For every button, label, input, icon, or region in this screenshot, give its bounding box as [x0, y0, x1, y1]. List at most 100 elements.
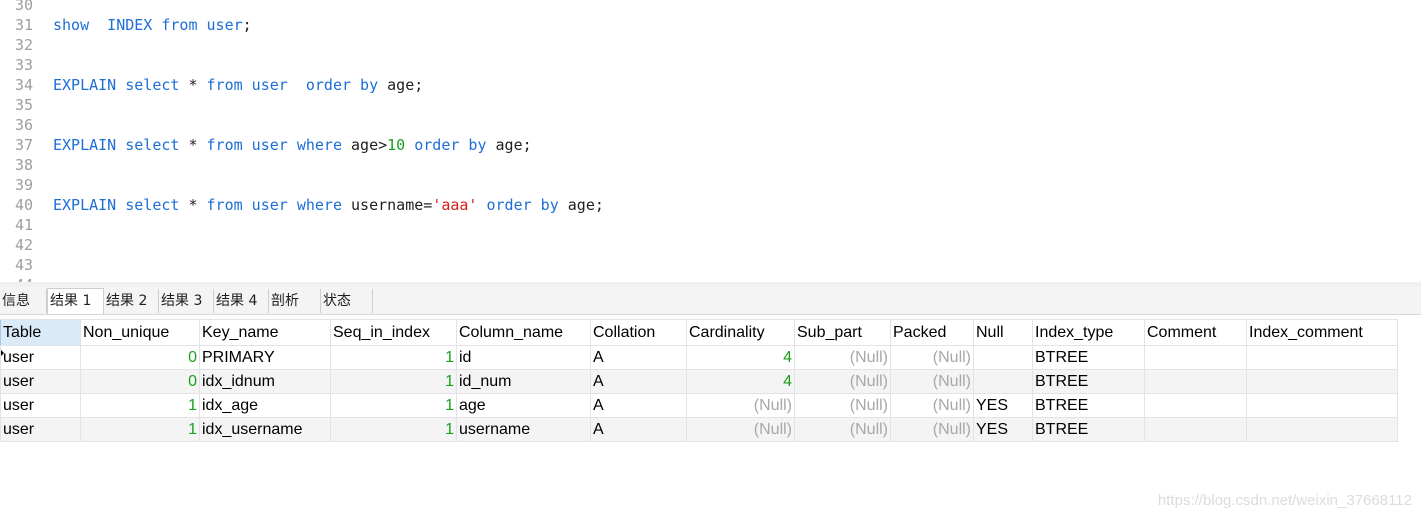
cell-sub-part[interactable]: (Null) [794, 393, 891, 418]
cell-collation[interactable]: A [590, 417, 687, 442]
line-number: 40 [14, 196, 33, 214]
sql-editor[interactable]: 30 31 show INDEX from user; 32 33 34 EXPLAIN s… [0, 0, 1421, 282]
cell-comment[interactable] [1144, 345, 1247, 370]
cell-index-comment[interactable] [1246, 417, 1398, 442]
cell-comment[interactable] [1144, 417, 1247, 442]
line-code: show INDEX from user; [53, 15, 252, 35]
code-line[interactable]: 43 [0, 255, 1421, 275]
cell-packed[interactable]: (Null) [890, 417, 974, 442]
cell-table[interactable]: user [0, 417, 81, 442]
cell-packed[interactable]: (Null) [890, 393, 974, 418]
cell-null[interactable] [973, 345, 1033, 370]
cell-non-unique[interactable]: 0 [80, 345, 200, 370]
line-number: 44 [0, 275, 33, 282]
cell-table[interactable]: user [0, 393, 81, 418]
code-line[interactable]: 41 [0, 215, 1421, 235]
code-line[interactable]: 42 [0, 235, 1421, 255]
cell-cardinality[interactable]: 4 [686, 345, 795, 370]
result-tab-6[interactable]: 状态 [321, 289, 373, 313]
cell-seq-in-index[interactable]: 1 [330, 393, 457, 418]
cell-seq-in-index[interactable]: 1 [330, 369, 457, 394]
code-line[interactable]: 40 EXPLAIN select * from user where usern… [0, 195, 1421, 215]
table-row[interactable]: user 1 idx_age 1 age A (Null) (Null) (Null) YES BT… [0, 393, 1398, 418]
cell-column-name[interactable]: username [456, 417, 591, 442]
line-number: 43 [14, 256, 33, 274]
cell-table[interactable]: user [0, 369, 81, 394]
sql-token: from user order by [206, 76, 379, 94]
code-line[interactable]: 34 EXPLAIN select * from user order by ag… [0, 75, 1421, 95]
cell-sub-part[interactable]: (Null) [794, 345, 891, 370]
cell-comment[interactable] [1144, 393, 1247, 418]
cell-non-unique[interactable]: 1 [80, 393, 200, 418]
result-tab-3[interactable]: 结果 3 [159, 289, 214, 313]
cell-null[interactable]: YES [973, 393, 1033, 418]
cell-key-name[interactable]: PRIMARY [199, 345, 331, 370]
cell-index-comment[interactable] [1246, 345, 1398, 370]
table-row[interactable]: user 0 idx_idnum 1 id_num A 4 (Null) (Null) BTREE [0, 369, 1398, 394]
cell-index-type[interactable]: BTREE [1032, 417, 1145, 442]
cell-non-unique[interactable]: 0 [80, 369, 200, 394]
cell-index-comment[interactable] [1246, 393, 1398, 418]
cell-comment[interactable] [1144, 369, 1247, 394]
code-line[interactable]: 35 [0, 95, 1421, 115]
code-line[interactable]: 33 [0, 55, 1421, 75]
column-header-sub-part[interactable]: Sub_part [794, 319, 891, 346]
cell-index-type[interactable]: BTREE [1032, 369, 1145, 394]
column-header-collation[interactable]: Collation [590, 319, 687, 346]
cell-cardinality[interactable]: (Null) [686, 393, 795, 418]
cell-key-name[interactable]: idx_username [199, 417, 331, 442]
table-row[interactable]: user 0 PRIMARY 1 id A 4 (Null) (Null) BTREE [0, 345, 1398, 370]
code-line[interactable]: 37 EXPLAIN select * from user where age>1… [0, 135, 1421, 155]
column-header-column-name[interactable]: Column_name [456, 319, 591, 346]
code-line[interactable]: 38 [0, 155, 1421, 175]
cell-packed[interactable]: (Null) [890, 369, 974, 394]
result-grid[interactable]: Table Non_unique Key_name Seq_in_index Colum… [0, 319, 1398, 442]
column-header-null[interactable]: Null [973, 319, 1033, 346]
cell-non-unique[interactable]: 1 [80, 417, 200, 442]
result-tab-1[interactable]: 结果 1 [47, 288, 104, 314]
cell-sub-part[interactable]: (Null) [794, 369, 891, 394]
column-header-non-unique[interactable]: Non_unique [80, 319, 200, 346]
result-tab-0[interactable]: 信息 [0, 289, 47, 313]
column-header-cardinality[interactable]: Cardinality [686, 319, 795, 346]
cell-index-comment[interactable] [1246, 369, 1398, 394]
code-line[interactable]: 36 [0, 115, 1421, 135]
cell-packed[interactable]: (Null) [890, 345, 974, 370]
sql-token: EXPLAIN select [53, 136, 180, 154]
result-tab-4[interactable]: 结果 4 [214, 289, 269, 313]
cell-collation[interactable]: A [590, 369, 687, 394]
code-line[interactable]: 31 show INDEX from user; [0, 15, 1421, 35]
column-header-key-name[interactable]: Key_name [199, 319, 331, 346]
code-line[interactable]: 30 [0, 0, 1421, 15]
cell-index-type[interactable]: BTREE [1032, 393, 1145, 418]
table-row[interactable]: user 1 idx_username 1 username A (Null) (Null)(… [0, 417, 1398, 442]
code-line[interactable]: 44 [0, 275, 1421, 282]
code-line[interactable]: 39 [0, 175, 1421, 195]
column-header-packed[interactable]: Packed [890, 319, 974, 346]
cell-collation[interactable]: A [590, 345, 687, 370]
line-number: 34 [14, 76, 33, 94]
column-header-seq-in-index[interactable]: Seq_in_index [330, 319, 457, 346]
cell-seq-in-index[interactable]: 1 [330, 417, 457, 442]
cell-seq-in-index[interactable]: 1 [330, 345, 457, 370]
cell-null[interactable] [973, 369, 1033, 394]
cell-key-name[interactable]: idx_idnum [199, 369, 331, 394]
column-header-comment[interactable]: Comment [1144, 319, 1247, 346]
cell-null[interactable]: YES [973, 417, 1033, 442]
cell-column-name[interactable]: id [456, 345, 591, 370]
cell-column-name[interactable]: id_num [456, 369, 591, 394]
cell-collation[interactable]: A [590, 393, 687, 418]
cell-cardinality[interactable]: 4 [686, 369, 795, 394]
cell-column-name[interactable]: age [456, 393, 591, 418]
cell-table[interactable]: user [0, 345, 81, 370]
column-header-index-comment[interactable]: Index_comment [1246, 319, 1398, 346]
cell-sub-part[interactable]: (Null) [794, 417, 891, 442]
cell-index-type[interactable]: BTREE [1032, 345, 1145, 370]
cell-key-name[interactable]: idx_age [199, 393, 331, 418]
code-line[interactable]: 32 [0, 35, 1421, 55]
column-header-table[interactable]: Table [0, 319, 81, 346]
cell-cardinality[interactable]: (Null) [686, 417, 795, 442]
column-header-index-type[interactable]: Index_type [1032, 319, 1145, 346]
result-tab-5[interactable]: 剖析 [269, 289, 321, 313]
result-tab-2[interactable]: 结果 2 [104, 289, 159, 313]
